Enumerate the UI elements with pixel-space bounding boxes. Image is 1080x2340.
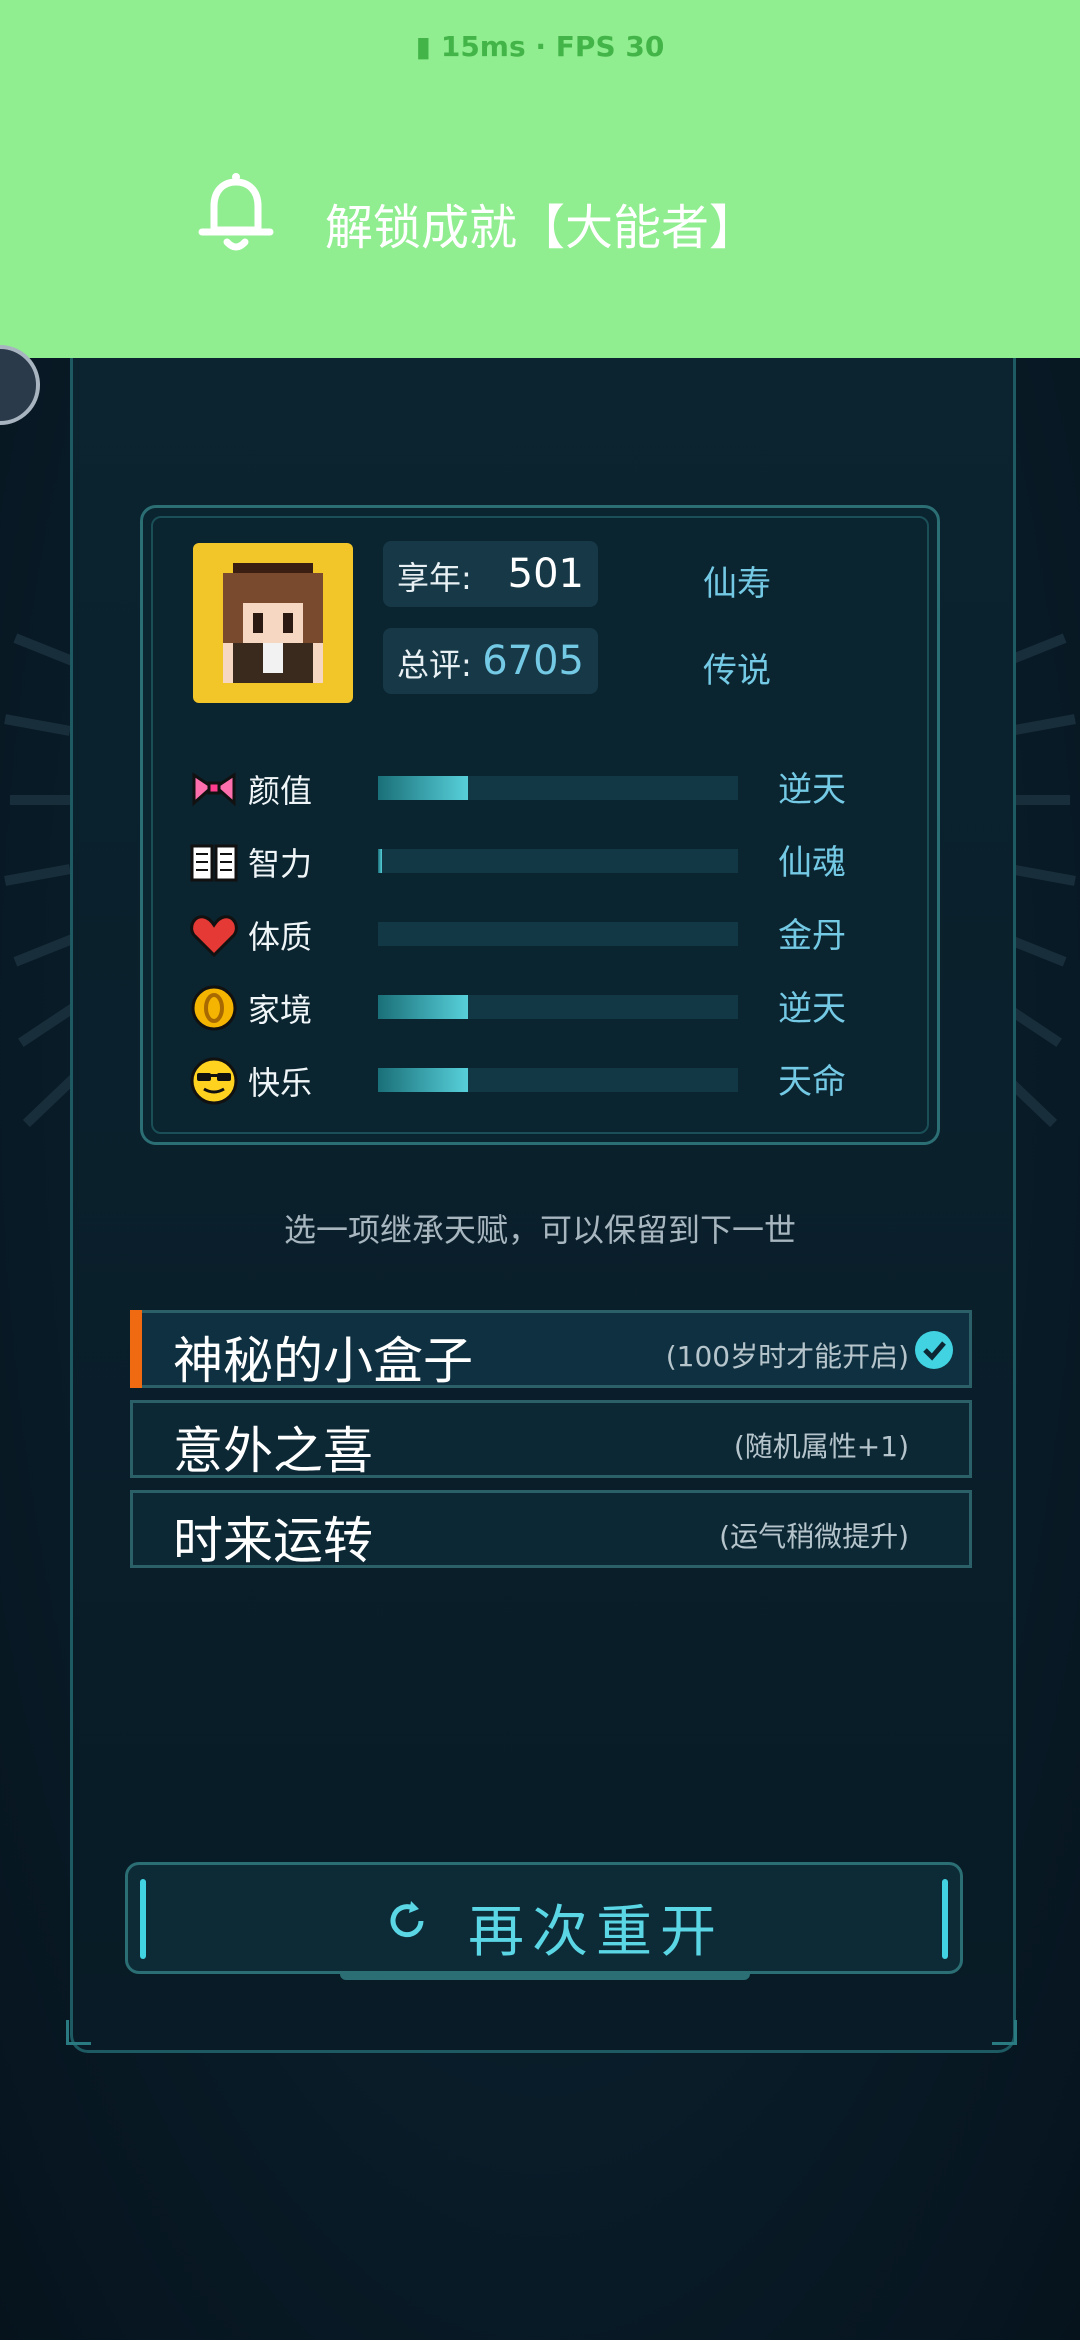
attribute-label: 快乐 bbox=[248, 1064, 313, 1102]
talent-name: 时来运转 bbox=[173, 1512, 373, 1570]
bow-icon bbox=[192, 772, 236, 807]
avatar bbox=[193, 543, 353, 703]
attribute-grade: 仙魂 bbox=[778, 843, 846, 883]
talent-option[interactable]: 意外之喜 (随机属性+1) bbox=[130, 1400, 972, 1480]
frame-corner bbox=[992, 2020, 1017, 2045]
button-underline bbox=[340, 1972, 750, 1980]
attribute-label: 体质 bbox=[248, 918, 313, 956]
attribute-bar bbox=[378, 849, 738, 873]
attribute-row-appearance: 颜值 逆天 bbox=[188, 758, 888, 818]
sunglasses-face-icon bbox=[190, 1057, 238, 1105]
ping-value: 15ms bbox=[440, 30, 526, 63]
age-value: 501 bbox=[507, 551, 584, 597]
attribute-grade: 金丹 bbox=[778, 916, 846, 956]
score-grade: 传说 bbox=[703, 651, 771, 691]
attribute-row-happiness: 快乐 天命 bbox=[188, 1050, 888, 1110]
attribute-grade: 逆天 bbox=[778, 770, 846, 810]
achievement-notification[interactable]: ▮ 15ms · FPS 30 解锁成就【大能者】 bbox=[0, 0, 1080, 358]
attribute-bar bbox=[378, 1068, 738, 1092]
attribute-row-intelligence: 智力 仙魂 bbox=[188, 831, 888, 891]
attribute-grade: 天命 bbox=[778, 1062, 846, 1102]
attribute-grade: 逆天 bbox=[778, 989, 846, 1029]
talent-option[interactable]: 时来运转 (运气稍微提升) bbox=[130, 1490, 972, 1570]
score-value: 6705 bbox=[482, 638, 584, 684]
heart-icon bbox=[190, 915, 238, 958]
frame-corner bbox=[66, 2020, 91, 2045]
selected-marker bbox=[130, 1310, 142, 1388]
talent-option[interactable]: 神秘的小盒子 (100岁时才能开启) bbox=[130, 1310, 972, 1390]
attribute-label: 家境 bbox=[248, 991, 313, 1029]
button-accent-right bbox=[942, 1879, 948, 1959]
inherit-hint: 选一项继承天赋，可以保留到下一世 bbox=[283, 1211, 796, 1249]
attribute-label: 智力 bbox=[248, 845, 313, 883]
button-accent-left bbox=[140, 1879, 146, 1959]
talent-name: 意外之喜 bbox=[173, 1422, 373, 1480]
score-box: 总评: 6705 bbox=[383, 628, 598, 694]
performance-indicator: ▮ 15ms · FPS 30 bbox=[415, 30, 665, 63]
fps-value: FPS 30 bbox=[555, 30, 665, 63]
coin-icon bbox=[191, 985, 237, 1031]
talent-description: (运气稍微提升) bbox=[719, 1520, 909, 1553]
restart-button[interactable]: 再次重开 bbox=[125, 1862, 963, 1974]
age-box: 享年: 501 bbox=[383, 541, 598, 607]
signal-icon: ▮ bbox=[415, 30, 432, 63]
talent-description: (100岁时才能开启) bbox=[665, 1340, 909, 1373]
attribute-bar bbox=[378, 776, 738, 800]
talent-description: (随机属性+1) bbox=[733, 1430, 909, 1463]
attribute-row-family: 家境 逆天 bbox=[188, 977, 888, 1037]
age-grade: 仙寿 bbox=[703, 564, 771, 604]
bell-icon bbox=[198, 173, 274, 251]
attribute-row-constitution: 体质 金丹 bbox=[188, 904, 888, 964]
book-icon bbox=[190, 844, 238, 882]
restart-label: 再次重开 bbox=[468, 1900, 724, 1965]
refresh-icon bbox=[390, 1901, 424, 1938]
age-label: 享年: bbox=[397, 559, 472, 597]
check-icon bbox=[915, 1331, 953, 1369]
attribute-label: 颜值 bbox=[248, 772, 313, 810]
result-card: 享年: 501 仙寿 总评: 6705 传说 颜值 逆天 智力 仙魂 体质 金丹… bbox=[140, 505, 940, 1145]
talent-name: 神秘的小盒子 bbox=[173, 1332, 473, 1390]
notification-text: 解锁成就【大能者】 bbox=[325, 200, 758, 256]
attribute-bar bbox=[378, 995, 738, 1019]
attribute-bar bbox=[378, 922, 738, 946]
score-label: 总评: bbox=[397, 646, 472, 684]
